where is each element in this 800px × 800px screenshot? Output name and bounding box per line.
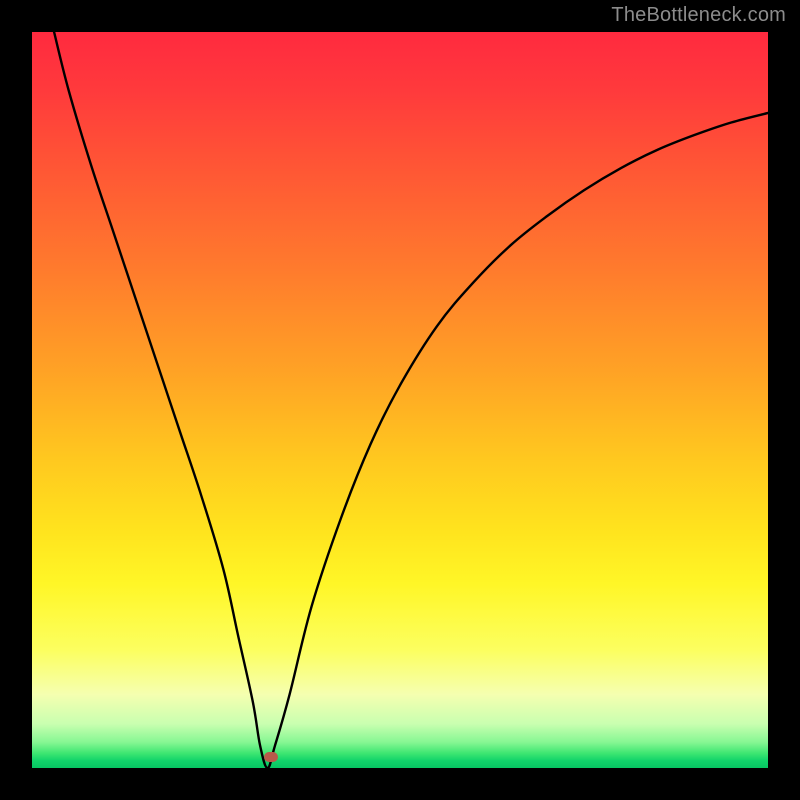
bottleneck-curve	[54, 32, 768, 768]
watermark-text: TheBottleneck.com	[611, 4, 786, 27]
plot-area	[32, 32, 768, 768]
min-marker	[264, 752, 278, 762]
chart-frame: TheBottleneck.com	[0, 0, 800, 800]
curve-svg	[32, 32, 768, 768]
